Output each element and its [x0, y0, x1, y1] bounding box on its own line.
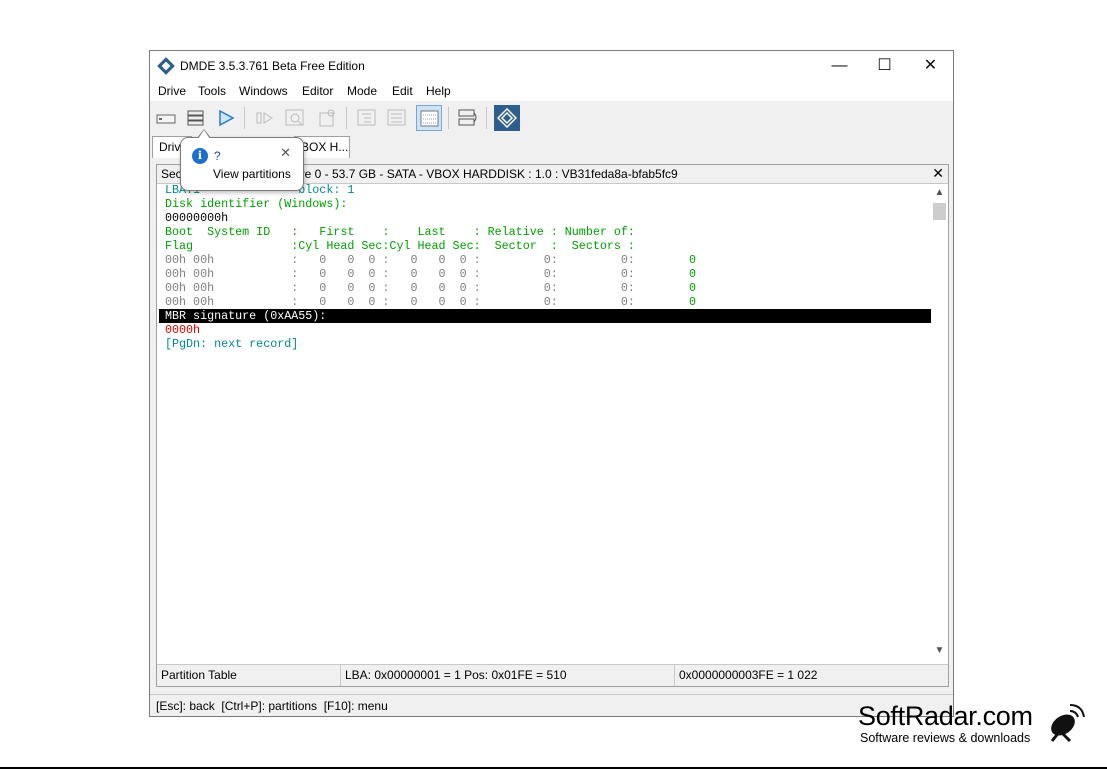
window-title: DMDE 3.5.3.761 Beta Free Edition [180, 59, 365, 73]
disk-identifier-value: 00000000h [165, 211, 229, 225]
sector-content[interactable]: LBA:1 block: 1 Disk identifier (Windows)… [157, 184, 932, 659]
menu-mode[interactable]: Mode [347, 84, 377, 98]
table-header-1: Boot System ID : First : Last : Relative… [165, 225, 635, 239]
watermark-tagline: Software reviews & downloads [860, 731, 1031, 745]
tree-icon[interactable] [354, 105, 380, 131]
hotkey-hints: [Esc]: back [Ctrl+P]: partitions [F10]: … [156, 699, 388, 713]
drive-icon[interactable] [153, 105, 179, 131]
partition-row: 00h 00h : 0 0 0 : 0 0 0 : 0: 0: [165, 295, 635, 309]
step-icon[interactable] [252, 105, 278, 131]
partitions-icon[interactable] [183, 105, 209, 131]
title-bar: DMDE 3.5.3.761 Beta Free Edition — ☐ ✕ [150, 51, 953, 81]
play-icon[interactable] [213, 105, 239, 131]
info-icon: i [192, 148, 208, 164]
minimize-button[interactable]: — [817, 51, 862, 81]
tooltip-title: ? [214, 149, 221, 163]
toolbar-separator [448, 107, 449, 129]
scroll-up-icon[interactable]: ▲ [931, 184, 948, 201]
menu-help[interactable]: Help [426, 84, 451, 98]
panel-close-button[interactable]: ✕ [932, 165, 944, 182]
tooltip-tail [197, 129, 211, 139]
toolbar [150, 102, 953, 134]
watermark-name: SoftRadar.com [858, 701, 1033, 731]
menu-editor[interactable]: Editor [302, 84, 333, 98]
satellite-dish-icon [1050, 704, 1085, 743]
partition-row: 00h 00h : 0 0 0 : 0 0 0 : 0: 0: [165, 267, 635, 281]
mbr-signature-value: 0000h [165, 323, 201, 337]
scroll-thumb[interactable] [933, 203, 946, 220]
app-logo-icon [157, 57, 175, 75]
vertical-scrollbar[interactable]: ▲ ▼ [931, 184, 948, 659]
mbr-signature-label: MBR signature (0xAA55): [165, 309, 327, 323]
status-view-name: Partition Table [157, 665, 341, 686]
toolbar-separator [486, 107, 487, 129]
hotkey-bar: [Esc]: back [Ctrl+P]: partitions [F10]: … [150, 694, 953, 716]
panel-status-bar: Partition Table LBA: 0x00000001 = 1 Pos:… [157, 664, 948, 686]
search-icon[interactable] [282, 105, 308, 131]
partition-row: 00h 00h : 0 0 0 : 0 0 0 : 0: 0: [165, 253, 635, 267]
partition-row: 00h 00h : 0 0 0 : 0 0 0 : 0: 0: [165, 281, 635, 295]
menu-tools[interactable]: Tools [198, 84, 226, 98]
status-offset: 0x0000000003FE = 1 022 [679, 668, 818, 682]
settings-icon[interactable] [314, 105, 340, 131]
grid-icon[interactable] [416, 105, 442, 131]
table-header-2: Flag :Cyl Head Sec:Cyl Head Sec: Sector … [165, 239, 635, 253]
close-button[interactable]: ✕ [908, 51, 953, 81]
log-icon[interactable] [455, 105, 481, 131]
list-icon[interactable] [384, 105, 410, 131]
tooltip: i ? ✕ View partitions [180, 129, 304, 191]
next-record-hint[interactable]: [PgDn: next record] [165, 337, 298, 351]
partition-row-value: 0 [689, 295, 697, 309]
menu-bar: Drive Tools Windows Editor Mode Edit Hel… [150, 81, 953, 101]
tooltip-text: View partitions [213, 167, 291, 181]
maximize-button[interactable]: ☐ [862, 51, 907, 81]
partition-row-value: 0 [689, 267, 697, 281]
scroll-down-icon[interactable]: ▼ [931, 642, 948, 659]
app-logo-icon[interactable] [494, 105, 520, 131]
disk-identifier-label: Disk identifier (Windows): [165, 197, 348, 211]
partition-row-value: 0 [689, 253, 697, 267]
menu-windows[interactable]: Windows [239, 84, 288, 98]
toolbar-separator [346, 107, 347, 129]
tooltip-close-icon[interactable]: ✕ [280, 145, 291, 161]
panel-header-title: ive 0 - 53.7 GB - SATA - VBOX HARDDISK :… [296, 167, 678, 181]
menu-drive[interactable]: Drive [158, 84, 186, 98]
partition-row-value: 0 [689, 281, 697, 295]
status-position: LBA: 0x00000001 = 1 Pos: 0x01FE = 510 [341, 665, 675, 686]
menu-edit[interactable]: Edit [392, 84, 413, 98]
sector-editor-panel: Sect ive 0 - 53.7 GB - SATA - VBOX HARDD… [156, 164, 949, 687]
toolbar-separator [244, 107, 245, 129]
